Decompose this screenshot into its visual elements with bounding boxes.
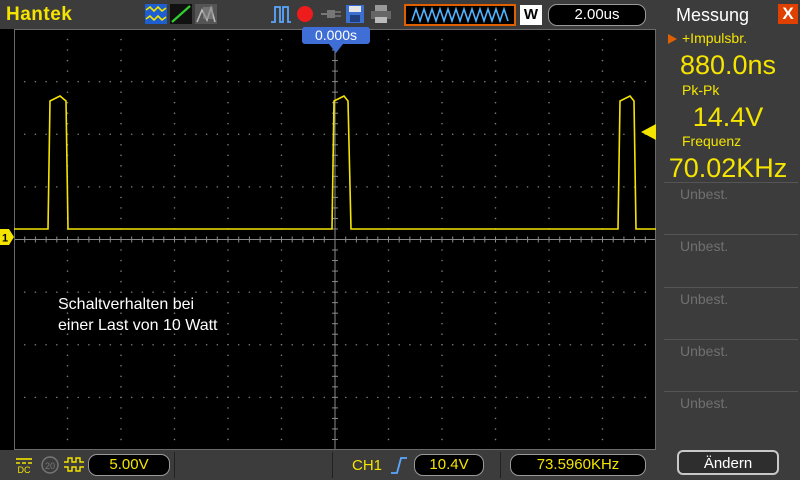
waveform-mode-icon[interactable] — [145, 4, 167, 24]
connector-icon[interactable] — [320, 4, 342, 24]
print-icon[interactable] — [370, 4, 392, 24]
measurement-arrow-icon — [668, 34, 677, 44]
divider — [664, 287, 798, 288]
empty-slot-1[interactable]: Unbest. — [656, 186, 800, 234]
measurement-label-1: +Impulsbr. — [682, 30, 747, 46]
measurement-value-3[interactable]: 70.02KHz — [656, 153, 800, 184]
measurement-label-3: Frequenz — [682, 133, 742, 149]
channel1-marker[interactable]: 1 — [0, 229, 14, 245]
waveform-memory-icon[interactable] — [404, 4, 516, 26]
trigger-channel-label[interactable]: CH1 — [352, 457, 382, 474]
coupling-label: DC — [18, 465, 31, 474]
time-offset-value: 0.000s — [314, 27, 358, 43]
divider — [664, 182, 798, 183]
trigger-pulse-icon[interactable] — [270, 4, 292, 24]
persist-icon[interactable] — [195, 4, 217, 24]
frequency-counter: 73.5960KHz — [510, 454, 646, 476]
annotation-line-1: Schaltverhalten bei — [58, 296, 195, 313]
change-button[interactable]: Ändern — [677, 450, 779, 475]
bandwidth-limit-icon[interactable]: 20 — [40, 456, 60, 474]
oscilloscope-screen — [14, 29, 656, 450]
save-icon[interactable] — [345, 4, 365, 24]
trigger-edge-icon[interactable] — [390, 456, 408, 474]
trigger-position-arrow — [329, 44, 343, 53]
trigger-level-value[interactable]: 10.4V — [414, 454, 484, 476]
empty-slot-5[interactable]: Unbest. — [656, 395, 800, 443]
invert-icon[interactable] — [63, 456, 85, 474]
empty-slot-4[interactable]: Unbest. — [656, 343, 800, 391]
timebase-display[interactable]: 2.00us — [548, 4, 646, 26]
panel-title: Messung — [676, 5, 750, 25]
screen-annotation: Schaltverhalten bei einer Last von 10 Wa… — [58, 294, 218, 336]
empty-slot-3[interactable]: Unbest. — [656, 291, 800, 339]
panel-header: Messung X — [656, 0, 800, 29]
record-icon[interactable] — [295, 4, 315, 24]
dc-coupling-icon[interactable]: DC — [14, 456, 34, 474]
top-toolbar: Hantek W 2.00us — [0, 0, 656, 29]
bandwidth-label: 20 — [45, 461, 55, 471]
divider — [664, 234, 798, 235]
measurement-value-2[interactable]: 14.4V — [656, 102, 800, 133]
close-icon[interactable]: X — [778, 4, 798, 24]
bottom-status-bar: DC 20 5.00V CH1 10.4V 73.5960KHz — [0, 450, 656, 480]
channel1-marker-label: 1 — [2, 233, 8, 245]
brand-logo: Hantek — [6, 4, 73, 25]
divider — [664, 391, 798, 392]
trigger-level-marker[interactable] — [641, 124, 656, 140]
time-offset-marker[interactable]: 0.000s — [302, 27, 370, 44]
divider — [664, 339, 798, 340]
channel1-volts-per-div[interactable]: 5.00V — [88, 454, 170, 476]
measurement-panel: Messung X +Impulsbr. 880.0ns Pk-Pk 14.4V… — [656, 0, 800, 480]
w-icon[interactable]: W — [520, 5, 542, 25]
ramp-icon[interactable] — [170, 4, 192, 24]
measurement-label-2: Pk-Pk — [682, 82, 720, 98]
graticule — [14, 29, 656, 450]
empty-slot-2[interactable]: Unbest. — [656, 238, 800, 286]
annotation-line-2: einer Last von 10 Watt — [58, 317, 218, 334]
measurement-value-1[interactable]: 880.0ns — [656, 50, 800, 81]
